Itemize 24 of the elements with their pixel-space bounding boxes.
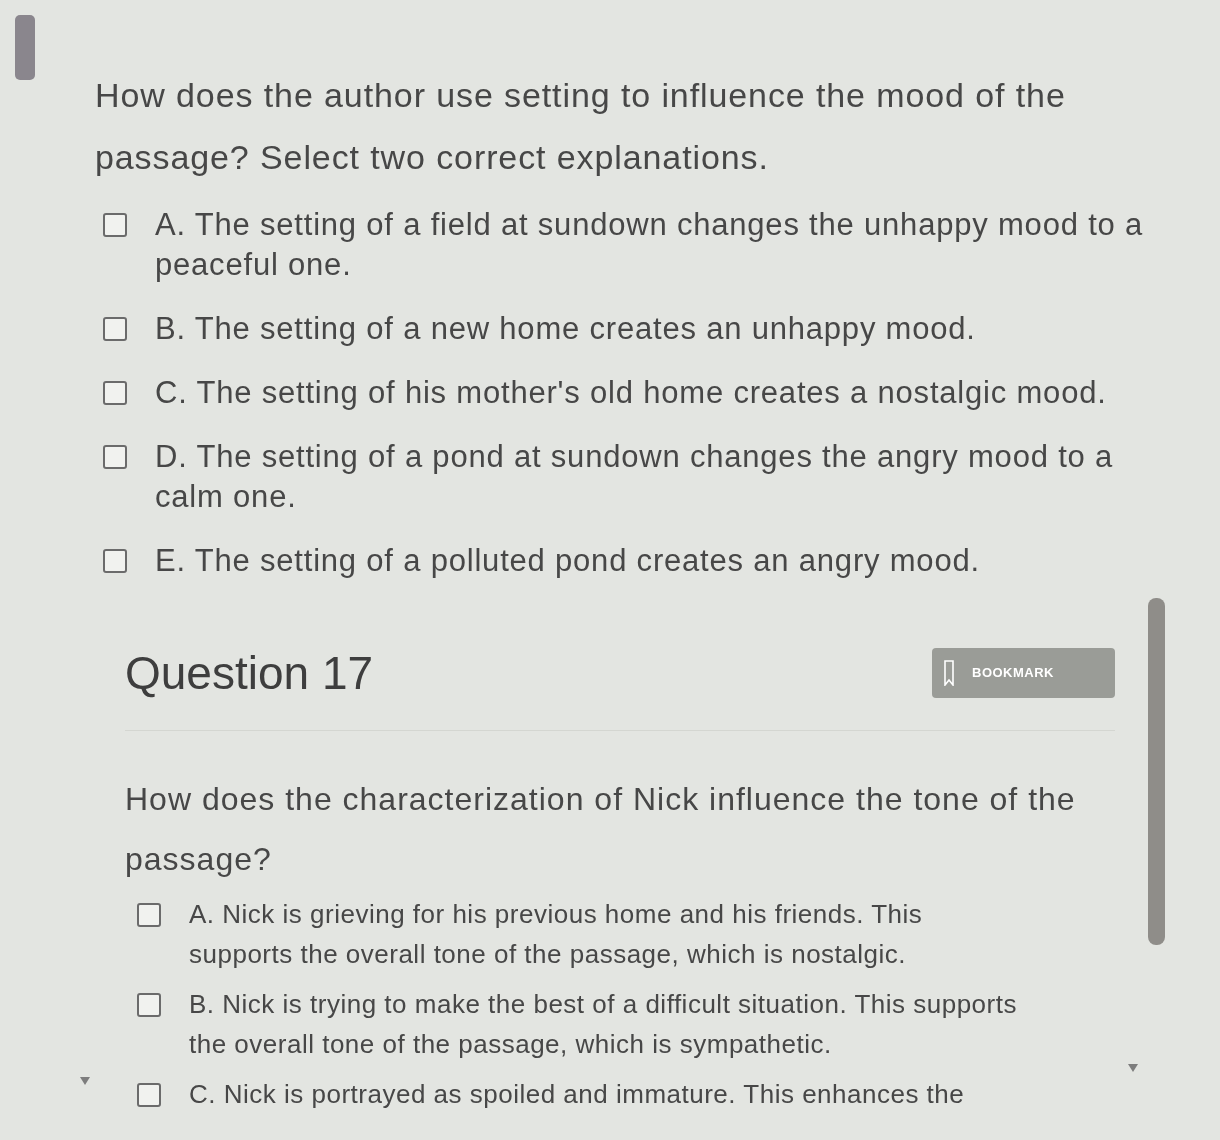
question-text: How does the author use setting to influence the mood of the passage? Select two correct explanations. bbox=[95, 75, 1067, 178]
option-text[interactable]: C. Nick is portrayed as spoiled and immature. This enhances the bbox=[189, 1074, 965, 1114]
question-text: How does the characterization of Nick influence the tone of the passage? bbox=[125, 780, 1077, 879]
checkbox[interactable] bbox=[103, 381, 127, 405]
option-text[interactable]: B. Nick is trying to make the best of a difficult situation. This supports the overall tone of the passage, which is sympathetic. bbox=[189, 984, 1027, 1064]
checkbox[interactable] bbox=[103, 317, 127, 341]
option-text[interactable]: E. The setting of a polluted pond creates an angry mood. bbox=[155, 541, 980, 581]
option-text[interactable]: B. The setting of a new home creates an unhappy mood. bbox=[155, 309, 976, 349]
checkbox[interactable] bbox=[137, 903, 161, 927]
checkbox[interactable] bbox=[137, 1083, 161, 1107]
scrollbar-thumb[interactable] bbox=[1148, 598, 1165, 945]
bookmark-icon bbox=[944, 660, 954, 686]
question-heading: Question 17 bbox=[125, 648, 374, 698]
option-text[interactable]: A. Nick is grieving for his previous home and his friends. This supports the overall tone of the passage, which is nostalgic. bbox=[189, 894, 1027, 974]
option-text[interactable]: A. The setting of a field at sundown changes the unhappy mood to a peaceful one. bbox=[155, 205, 1155, 285]
checkbox[interactable] bbox=[137, 993, 161, 1017]
scrollbar-thumb[interactable] bbox=[15, 15, 35, 80]
triangle-icon bbox=[1128, 1064, 1138, 1072]
triangle-icon bbox=[80, 1077, 90, 1085]
option-text[interactable]: D. The setting of a pond at sundown changes the angry mood to a calm one. bbox=[155, 437, 1155, 517]
checkbox[interactable] bbox=[103, 549, 127, 573]
checkbox[interactable] bbox=[103, 213, 127, 237]
option-text[interactable]: C. The setting of his mother's old home creates a nostalgic mood. bbox=[155, 373, 1107, 413]
checkbox[interactable] bbox=[103, 445, 127, 469]
